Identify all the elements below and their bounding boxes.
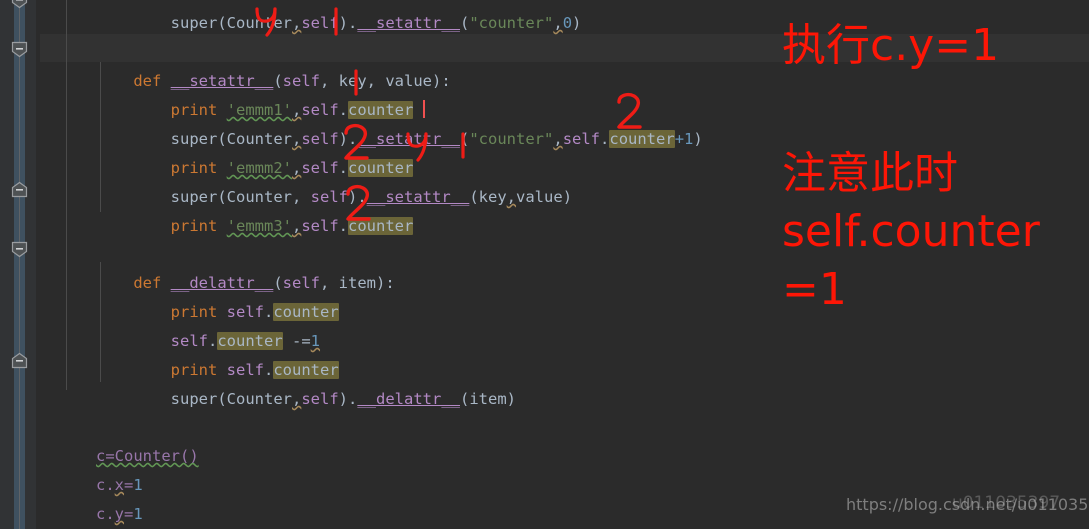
- pen-mark-y-2: [404, 131, 438, 165]
- code-self-3: self: [562, 130, 601, 148]
- pen-mark-one-2: [350, 69, 362, 96]
- watermark-ghost-id: u011035397: [952, 493, 1061, 513]
- code-space-5: [217, 217, 226, 235]
- code-line-def-delattr[interactable]: def __delattr__(self, item):: [40, 240, 394, 292]
- pen-mark-one-1: [330, 7, 342, 36]
- code-p10: ):: [376, 274, 395, 292]
- pen-mark-two-3: [345, 184, 373, 223]
- code-string-emmm3: 'emmm3': [226, 217, 292, 235]
- code-token-zero: 0: [562, 14, 573, 32]
- code-line-set-x[interactable]: c.x=1: [40, 442, 143, 494]
- code-line-1[interactable]: super(Counter,self).__setattr__("counter…: [40, 0, 582, 32]
- fold-handle-delattr[interactable]: [11, 241, 28, 258]
- code-line-print-emmm1[interactable]: print 'emmm1',self.counter: [40, 67, 425, 119]
- code-self-10: self: [301, 390, 339, 408]
- code-indent-6: [96, 217, 171, 235]
- code-line-print-counter-1[interactable]: print self.counter: [40, 269, 339, 321]
- code-token-str-counter: "counter": [469, 14, 554, 32]
- code-string-counter-key: "counter": [469, 130, 554, 148]
- code-comma-5: ,: [553, 130, 563, 148]
- code-line-decrement-counter[interactable]: self.counter -=1: [40, 298, 320, 350]
- fold-handle-setattr[interactable]: [11, 41, 28, 58]
- code-param-item: item: [338, 274, 376, 292]
- code-line-set-y[interactable]: c.y=1: [40, 471, 143, 523]
- code-comma-9: ,: [292, 217, 302, 235]
- code-p12: ).: [338, 390, 358, 408]
- editor-gutter[interactable]: [0, 0, 36, 529]
- pen-mark-one-3: [457, 132, 469, 161]
- code-line-super-setattr-key[interactable]: super(Counter, self).__setattr__(key,val…: [40, 154, 572, 206]
- code-op-plus-one: +1: [674, 130, 694, 148]
- code-p13: (: [460, 390, 470, 408]
- code-p7: (: [469, 188, 479, 206]
- code-line-del-x[interactable]: del c.x: [40, 500, 161, 529]
- code-token-indent: [96, 14, 171, 32]
- pen-mark-two-2: [343, 123, 371, 162]
- code-p4: ): [693, 130, 703, 148]
- code-self-6: self: [301, 217, 339, 235]
- code-line-print-counter-2[interactable]: print self.counter: [40, 327, 339, 379]
- code-paren-close: ):: [432, 72, 451, 90]
- code-attr-counter-2: counter: [609, 130, 675, 148]
- code-arg-item: item: [469, 390, 507, 408]
- code-p8: ): [562, 188, 573, 206]
- pen-mark-two-1: [616, 92, 644, 131]
- annotation-note-top: 执行c.y=1: [782, 20, 1000, 71]
- annotation-note-line3: =1: [782, 264, 847, 315]
- code-token-paren: (: [217, 14, 227, 32]
- code-call-delattr: __delattr__: [357, 390, 460, 408]
- code-line-super-setattr-counter[interactable]: super(Counter,self).__setattr__("counter…: [40, 96, 703, 148]
- pen-mark-y-1: [253, 6, 287, 40]
- code-p11: (: [217, 390, 227, 408]
- code-arg-value: value: [516, 188, 563, 206]
- screenshot-root: super(Counter,self).__setattr__("counter…: [0, 0, 1089, 529]
- code-token-paren3: (: [460, 14, 470, 32]
- fold-handle-delattr-end[interactable]: [11, 352, 28, 369]
- fold-handle-setattr-end[interactable]: [11, 181, 28, 198]
- code-call-super-3: super: [170, 390, 218, 408]
- code-token-setattr: __setattr__: [357, 14, 460, 32]
- code-arg-key: key: [478, 188, 507, 206]
- code-area[interactable]: super(Counter,self).__setattr__("counter…: [40, 0, 1089, 529]
- code-arg-counter-class-3: Counter: [226, 390, 292, 408]
- annotation-note-line2: self.counter: [782, 206, 1040, 257]
- code-dot-2: .: [600, 130, 610, 148]
- code-token-comma2: ,: [553, 14, 563, 32]
- code-indent-11: [96, 390, 171, 408]
- code-keyword-print-3: print: [170, 217, 218, 235]
- code-line-super-delattr[interactable]: super(Counter,self).__delattr__(item): [40, 356, 516, 408]
- annotation-note-line1: 注意此时: [782, 148, 958, 199]
- code-comma-11: ,: [292, 390, 302, 408]
- code-line-def-setattr[interactable]: def __setattr__(self, key, value):: [40, 38, 450, 90]
- code-token-comma: ,: [292, 14, 302, 32]
- code-token-paren4: ): [572, 14, 582, 32]
- code-fold-line: [19, 0, 20, 529]
- fold-handle-collapse-top[interactable]: [11, 0, 28, 9]
- code-comma-8: ,: [506, 188, 517, 206]
- code-token-super: super: [170, 14, 218, 32]
- code-p14: ): [506, 390, 517, 408]
- code-line-instantiate[interactable]: c=Counter(): [40, 413, 199, 465]
